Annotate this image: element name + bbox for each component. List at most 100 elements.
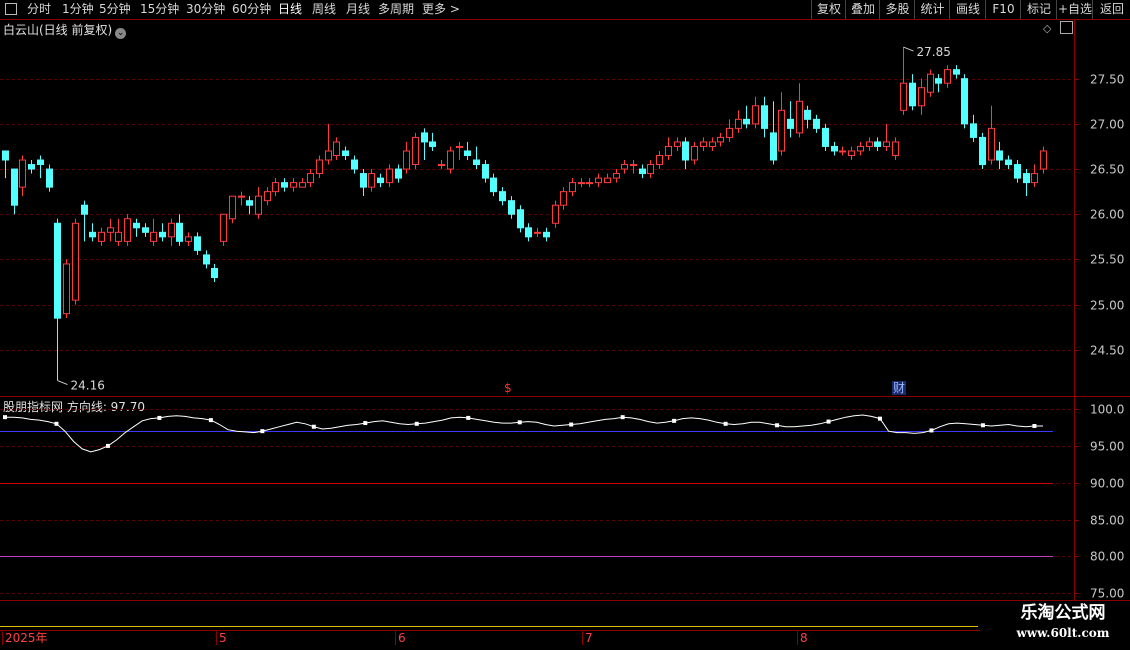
candle-body: [482, 164, 489, 179]
candle-body: [456, 145, 463, 148]
price-tick-label: 25.50: [1090, 253, 1124, 267]
candle-body: [1040, 150, 1047, 170]
price-tick-label: 26.50: [1090, 163, 1124, 177]
direction-dot: [980, 423, 985, 428]
candle-body: [81, 204, 88, 215]
high-pointer: [903, 46, 914, 52]
dividend-marker: $: [504, 381, 512, 395]
indicator-tick-label: 85.00: [1090, 514, 1124, 528]
candle-body: [569, 182, 576, 193]
candle-body: [996, 150, 1003, 161]
direction-dot: [105, 443, 110, 448]
candle-body: [892, 141, 899, 156]
candle-body: [857, 145, 864, 152]
candle-body: [89, 231, 96, 238]
candle-body: [700, 141, 707, 147]
candle-body: [429, 141, 436, 147]
candle-body: [211, 267, 218, 279]
direction-dot: [311, 424, 316, 429]
candle-body: [281, 182, 288, 188]
candle-body: [735, 118, 742, 129]
candle-body: [595, 177, 602, 184]
candle-body: [543, 231, 550, 238]
timeline-label: 7: [585, 631, 593, 645]
candle-body: [770, 132, 777, 161]
candle-body: [682, 141, 689, 161]
direction-dot: [826, 419, 831, 424]
direction-dot: [157, 415, 162, 420]
candle-body: [988, 127, 995, 161]
candle-body: [246, 200, 253, 206]
candle-body: [464, 150, 471, 156]
candle-body: [709, 141, 716, 147]
candle-body: [395, 168, 402, 179]
direction-dot: [208, 418, 213, 423]
direction-dot: [672, 418, 677, 423]
candle-body: [194, 236, 201, 251]
candle-body: [19, 159, 26, 188]
candle-body: [743, 118, 750, 125]
candle-body: [403, 150, 410, 170]
candle-body: [264, 191, 271, 202]
candle-body: [909, 82, 916, 107]
candle-body: [787, 118, 794, 129]
timeline-label: 6: [398, 631, 406, 645]
candle-body: [848, 150, 855, 156]
timeline-label: 5: [219, 631, 227, 645]
candle-body: [37, 159, 44, 166]
candle-body: [726, 127, 733, 138]
candle-body: [229, 195, 236, 220]
candle-body: [377, 177, 384, 184]
candle-body: [944, 69, 951, 84]
price-tick-label: 27.50: [1090, 73, 1124, 87]
candle-body: [421, 132, 428, 143]
direction-dot: [54, 421, 59, 426]
candle-body: [316, 159, 323, 175]
candle-body: [665, 145, 672, 156]
candle-body: [220, 213, 227, 242]
finance-marker: 财: [893, 381, 905, 395]
candle-body: [290, 182, 297, 188]
candle-body: [1031, 173, 1038, 184]
direction-dot: [620, 415, 625, 420]
candle-body: [586, 182, 593, 185]
direction-dot: [569, 422, 574, 427]
candle-body: [804, 109, 811, 120]
candle-body: [578, 182, 585, 185]
candle-body: [752, 105, 759, 125]
candle-body: [72, 222, 79, 301]
low-price-label: 24.16: [71, 379, 105, 393]
indicator-tick-label: 90.00: [1090, 477, 1124, 491]
indicator-tick-label: 75.00: [1090, 587, 1124, 601]
candle-body: [438, 164, 445, 167]
candle-body: [63, 263, 70, 315]
candle-body: [927, 73, 934, 93]
candle-body: [203, 254, 210, 265]
watermark-title: 乐淘公式网: [1020, 603, 1106, 623]
candle-body: [351, 159, 358, 170]
kline-chart[interactable]: 27.50 27.00 26.50 26.00 25.50 25.00 24.50 27.85…: [0, 0, 1130, 650]
candle-body: [46, 168, 53, 188]
candle-body: [368, 173, 375, 188]
candle-body: [142, 227, 149, 233]
candle-body: [1023, 173, 1030, 184]
candle-body: [115, 231, 122, 242]
candle-body: [1014, 164, 1021, 179]
indicator-tick-label: 100.0: [1090, 403, 1124, 417]
candle-body: [953, 69, 960, 75]
price-tick-label: 25.00: [1090, 299, 1124, 313]
candle-body: [11, 168, 18, 206]
watermark-url: www.60lt.com: [1016, 626, 1110, 640]
candle-body: [866, 141, 873, 147]
candle-body: [630, 164, 637, 167]
direction-dot: [723, 421, 728, 426]
direction-dot: [363, 421, 368, 426]
candle-body: [107, 227, 114, 233]
direction-dot: [1032, 424, 1037, 429]
candle-body: [1005, 159, 1012, 166]
price-tick-label: 24.50: [1090, 344, 1124, 358]
candle-body: [185, 236, 192, 242]
candle-body: [255, 195, 262, 215]
candle-body: [621, 164, 628, 170]
candle-body: [822, 127, 829, 147]
